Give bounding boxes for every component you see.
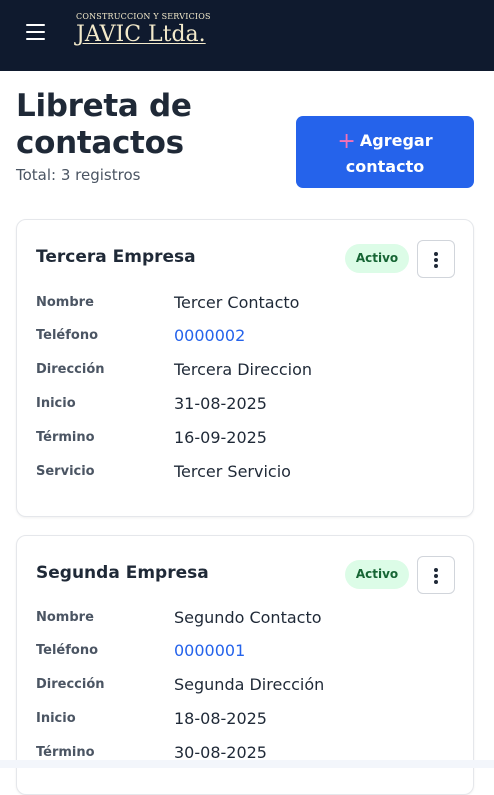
field-label: Teléfono	[36, 643, 99, 658]
address-value: Segunda Dirección	[174, 675, 325, 694]
record-count: Total: 3 registros	[16, 166, 141, 184]
field-direccion: Dirección Segunda Dirección	[36, 675, 456, 697]
field-label: Dirección	[36, 362, 105, 377]
logo-name: JAVIC Ltda.	[76, 22, 206, 47]
field-label: Inicio	[36, 396, 76, 411]
field-label: Término	[36, 430, 95, 445]
field-telefono: Teléfono 0000002	[36, 326, 456, 348]
company-name: Tercera Empresa	[36, 247, 196, 267]
field-telefono: Teléfono 0000001	[36, 641, 456, 663]
field-inicio: Inicio 18-08-2025	[36, 709, 456, 731]
field-nombre: Nombre Segundo Contacto	[36, 608, 456, 630]
more-vertical-icon-dot	[434, 258, 438, 262]
more-vertical-icon-dot	[434, 580, 438, 584]
address-value: Tercera Direccion	[174, 360, 313, 379]
field-label: Nombre	[36, 610, 94, 625]
field-direccion: Dirección Tercera Direccion	[36, 360, 456, 382]
field-label: Inicio	[36, 711, 76, 726]
more-options-button[interactable]	[417, 556, 455, 594]
contact-name: Tercer Contacto	[174, 293, 300, 312]
field-label: Dirección	[36, 677, 105, 692]
logo-tagline: CONSTRUCCION Y SERVICIOS	[76, 12, 211, 21]
phone-link[interactable]: 0000002	[174, 326, 245, 345]
add-contact-label: Agregar contacto	[345, 131, 433, 176]
top-navbar: CONSTRUCCION Y SERVICIOS JAVIC Ltda.	[0, 0, 494, 71]
contact-card: Segunda Empresa Activo Nombre Segundo Co…	[16, 535, 474, 795]
end-date-value: 16-09-2025	[174, 428, 267, 447]
plus-icon: +	[337, 129, 356, 154]
status-badge: Activo	[345, 244, 409, 273]
company-name: Segunda Empresa	[36, 563, 209, 583]
field-servicio: Servicio Tercer Servicio	[36, 462, 456, 484]
field-inicio: Inicio 31-08-2025	[36, 394, 456, 416]
start-date-value: 31-08-2025	[174, 394, 267, 413]
contact-card: Tercera Empresa Activo Nombre Tercer Con…	[16, 219, 474, 517]
field-label: Nombre	[36, 295, 94, 310]
hamburger-icon[interactable]	[25, 21, 47, 43]
status-badge: Activo	[345, 560, 409, 589]
add-contact-button[interactable]: + Agregar contacto	[296, 116, 474, 188]
bottom-bar	[0, 760, 494, 768]
brand-logo[interactable]: CONSTRUCCION Y SERVICIOS JAVIC Ltda.	[76, 12, 211, 48]
field-termino: Término 16-09-2025	[36, 428, 456, 450]
service-value: Tercer Servicio	[174, 462, 291, 481]
field-label: Término	[36, 745, 95, 760]
field-label: Servicio	[36, 464, 95, 479]
field-label: Teléfono	[36, 328, 99, 343]
more-vertical-icon-dot	[434, 264, 438, 268]
more-vertical-icon	[434, 568, 438, 572]
field-nombre: Nombre Tercer Contacto	[36, 293, 456, 315]
more-options-button[interactable]	[417, 240, 455, 278]
contact-name: Segundo Contacto	[174, 608, 322, 627]
start-date-value: 18-08-2025	[174, 709, 267, 728]
more-vertical-icon-dot	[434, 574, 438, 578]
more-vertical-icon	[434, 252, 438, 256]
page-title: Libreta de contactos	[16, 88, 192, 161]
phone-link[interactable]: 0000001	[174, 641, 245, 660]
